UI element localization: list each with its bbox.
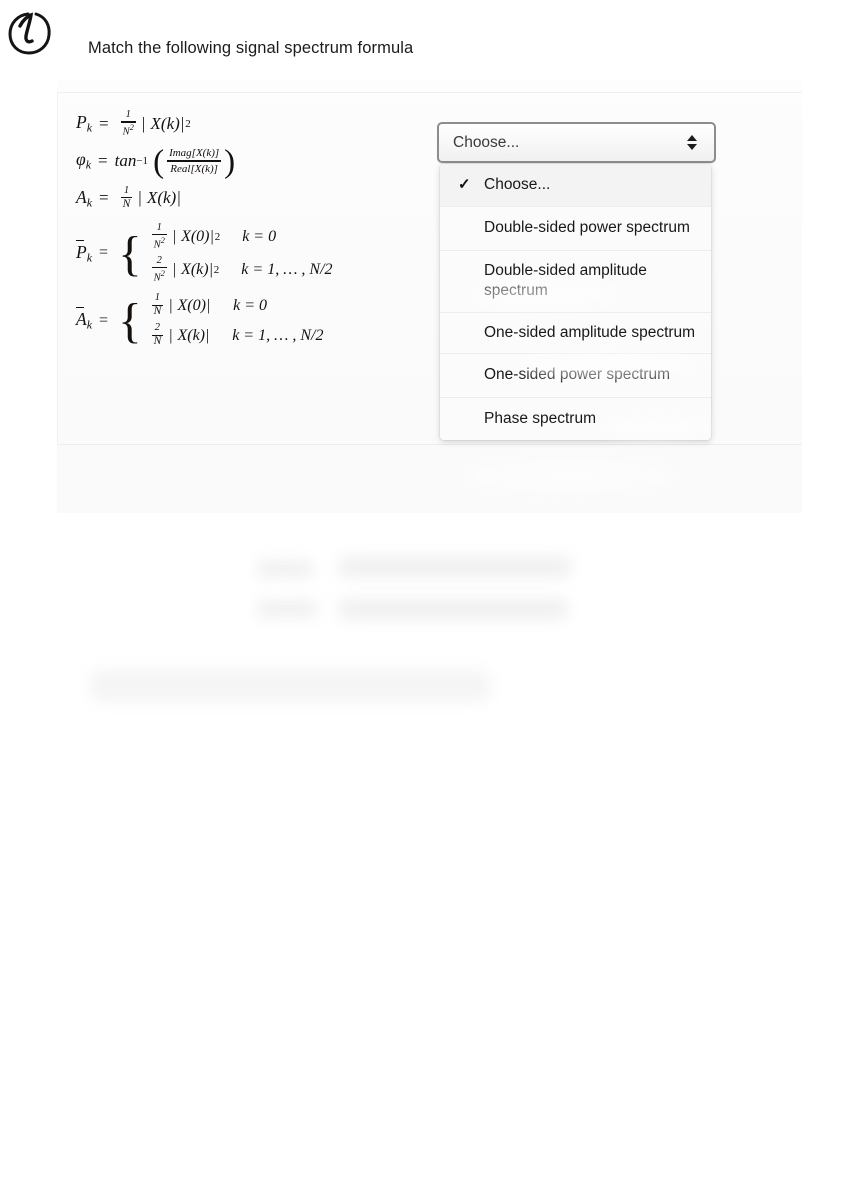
redacted-text-blur xyxy=(338,598,568,620)
dropdown-option-double-sided-amplitude-spectrum[interactable]: Double-sided amplitude spectrum xyxy=(440,250,711,313)
dropdown-option-one-sided-amplitude-spectrum[interactable]: One-sided amplitude spectrum xyxy=(440,312,711,355)
page-title: Match the following signal spectrum form… xyxy=(88,39,414,57)
dropdown-option-phase-spectrum[interactable]: Phase spectrum xyxy=(440,397,711,441)
redacted-text-blur xyxy=(338,556,572,578)
circled-question-number-marker xyxy=(6,8,54,58)
select-selected-value: Choose... xyxy=(453,133,520,151)
panel-bottom-divider xyxy=(57,444,802,445)
redacted-text-blur xyxy=(90,670,490,702)
spectrum-select[interactable]: Choose... xyxy=(437,122,716,163)
redacted-text-blur xyxy=(256,560,314,578)
formula-one-sided-power-spectrum: Pk = { 1 N2 | X(0) | 2 k = 0 2 N2 | X(k) | 2 k… xyxy=(76,221,333,284)
dropdown-option-label: Double-sided amplitude spectrum xyxy=(484,261,647,300)
formula-list: Pk = 1 N2 | X(k) | 2 φk = tan −1 ( Imag[X(k)… xyxy=(76,109,456,354)
panel-left-divider xyxy=(57,92,58,445)
dropdown-option-choose[interactable]: ✓ Choose... xyxy=(440,164,711,208)
formula-phase-spectrum: φk = tan −1 ( Imag[X(k)] Real[X(k)] ) xyxy=(76,144,236,181)
dropdown-option-label: Double-sided power spectrum xyxy=(484,219,690,237)
formula-power-spectrum: Pk = 1 N2 | X(k) | 2 xyxy=(76,109,191,138)
dropdown-option-one-sided-power-spectrum[interactable]: One-sided power spectrum xyxy=(440,354,711,398)
dropdown-option-double-sided-power-spectrum[interactable]: Double-sided power spectrum xyxy=(440,207,711,251)
up-down-stepper-icon[interactable] xyxy=(686,133,698,153)
check-icon: ✓ xyxy=(458,176,471,194)
spectrum-select-dropdown[interactable]: ✓ Choose... Double-sided power spectrum … xyxy=(440,164,711,441)
dropdown-option-label: Phase spectrum xyxy=(484,409,596,427)
formula-one-sided-amplitude-spectrum: Ak = { 1N | X(0) | k = 0 2N | X(k) | k = 1… xyxy=(76,292,324,348)
formula-amplitude-spectrum: Ak = 1N | X(k) | xyxy=(76,184,181,210)
redacted-text-blur xyxy=(256,600,318,618)
dropdown-option-label: One-sided power spectrum xyxy=(484,366,671,384)
dropdown-option-label: Choose... xyxy=(484,176,551,193)
panel-top-divider xyxy=(57,92,802,93)
dropdown-option-label: One-sided amplitude spectrum xyxy=(484,323,696,341)
